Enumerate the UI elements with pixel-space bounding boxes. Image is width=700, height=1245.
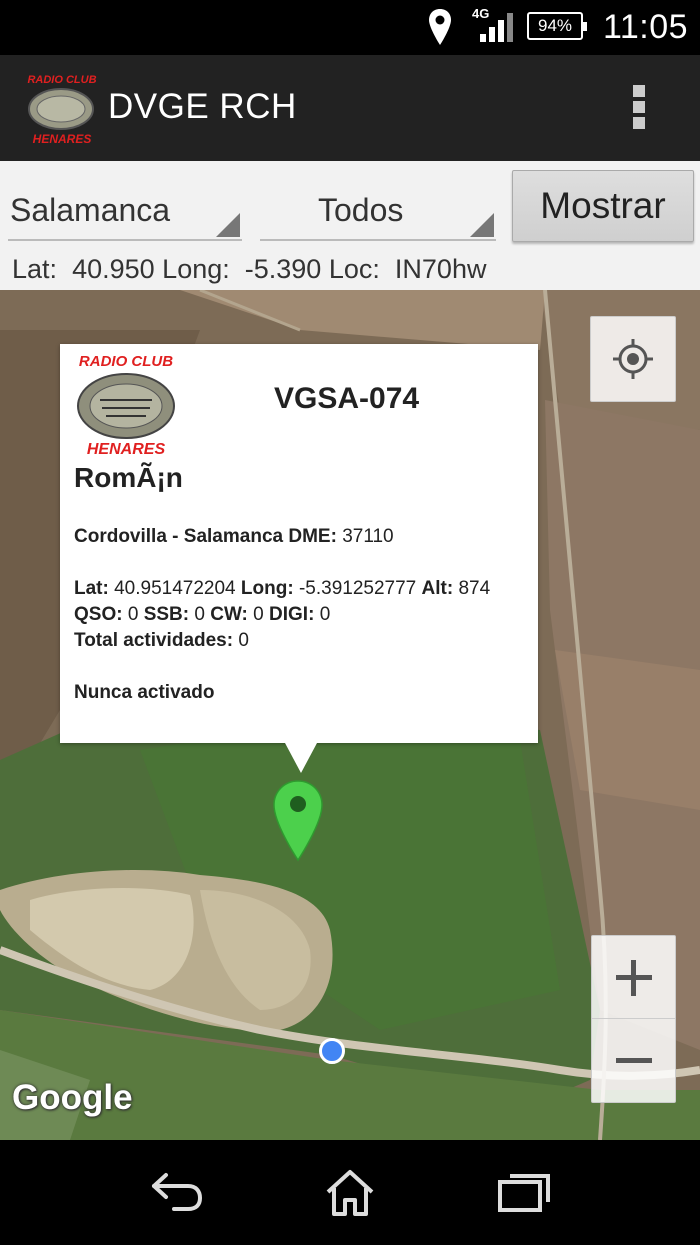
lat-label: Lat: xyxy=(12,254,58,284)
ssb-label: SSB: xyxy=(143,604,190,625)
vertex-location: Cordovilla - Salamanca DME: 37110 xyxy=(74,526,394,548)
long-value: -5.390 xyxy=(244,254,322,284)
vertex-name: RomÃ¡n xyxy=(74,462,183,493)
loc-value: IN70hw xyxy=(394,254,487,284)
app-title: DVGE RCH xyxy=(108,87,297,126)
region-dropdown[interactable]: Salamanca xyxy=(8,181,242,241)
vertex-activity-counts: QSO: 0 SSB: 0 CW: 0 DIGI: 0 xyxy=(74,604,330,626)
my-location-icon xyxy=(613,339,653,379)
vertex-status: Nunca activado xyxy=(74,682,214,704)
vertex-total-activities: Total actividades: 0 xyxy=(74,630,249,652)
loc-label: Loc: xyxy=(328,254,380,284)
zoom-out-button[interactable] xyxy=(592,1019,675,1101)
vertex-coordinates: Lat: 40.951472204 Long: -5.391252777 Alt… xyxy=(74,578,490,600)
show-button[interactable]: Mostrar xyxy=(512,170,694,242)
type-dropdown[interactable]: Todos xyxy=(260,181,496,241)
logo-text-top: RADIO CLUB xyxy=(27,74,96,86)
qso-label: QSO: xyxy=(74,604,123,625)
digi-label: DIGI: xyxy=(269,604,315,625)
cw-label: CW: xyxy=(210,604,248,625)
app-logo: RADIO CLUB HENARES xyxy=(27,74,96,145)
location-value: 37110 xyxy=(342,526,394,547)
digi-value: 0 xyxy=(319,604,331,625)
back-icon[interactable] xyxy=(148,1168,204,1214)
map-view[interactable]: RADIO CLUB HENARES VGSA-074 RomÃ¡n Cordo… xyxy=(0,290,700,1140)
user-location-dot xyxy=(319,1038,345,1064)
map-marker-icon[interactable] xyxy=(273,780,323,862)
cw-value: 0 xyxy=(253,604,264,625)
home-icon[interactable] xyxy=(324,1168,376,1218)
vertex-code: VGSA-074 xyxy=(274,382,420,415)
battery-level: 94% xyxy=(537,16,573,35)
ssb-value: 0 xyxy=(194,604,205,625)
alt-label: Alt: xyxy=(421,578,454,599)
total-value: 0 xyxy=(238,630,249,651)
qso-value: 0 xyxy=(127,604,139,625)
type-dropdown-value: Todos xyxy=(318,192,404,228)
coordinates-readout: Lat: 40.950 Long: -5.390 Loc: IN70hw xyxy=(12,254,486,285)
info-logo-text-top: RADIO CLUB xyxy=(79,353,173,370)
my-location-button[interactable] xyxy=(590,316,676,402)
logo-text-bottom: HENARES xyxy=(33,132,92,145)
status-bar: 4G 94% 11:05 xyxy=(0,0,700,55)
dropdown-arrow-icon xyxy=(470,213,494,237)
signal-icon xyxy=(480,13,513,42)
recents-icon[interactable] xyxy=(498,1168,552,1214)
long-label: Long: xyxy=(240,578,294,599)
status-text: Nunca activado xyxy=(74,682,215,703)
info-logo-text-bottom: HENARES xyxy=(87,441,166,458)
zoom-in-button[interactable] xyxy=(592,936,675,1019)
filter-controls: Salamanca Todos Mostrar Lat: 40.950 Long… xyxy=(0,161,700,290)
overflow-menu-icon[interactable] xyxy=(630,85,648,133)
long-label: Long: xyxy=(162,254,230,284)
lat-value: 40.950 xyxy=(72,254,155,284)
battery-icon: 94% xyxy=(527,12,587,40)
app-bar: RADIO CLUB HENARES DVGE RCH xyxy=(0,55,700,161)
navigation-bar xyxy=(0,1140,700,1245)
zoom-controls xyxy=(591,935,676,1103)
map-attribution: Google xyxy=(12,1078,133,1117)
info-window-pointer xyxy=(285,743,317,773)
lat-label: Lat: xyxy=(74,578,109,599)
region-dropdown-value: Salamanca xyxy=(10,192,171,228)
lat-value: 40.951472204 xyxy=(114,578,236,599)
marker-info-window[interactable]: RADIO CLUB HENARES VGSA-074 RomÃ¡n Cordo… xyxy=(60,344,538,773)
clock: 11:05 xyxy=(603,8,689,46)
long-value: -5.391252777 xyxy=(298,578,417,599)
dropdown-arrow-icon xyxy=(216,213,240,237)
location-label: Cordovilla - Salamanca DME: xyxy=(74,526,337,547)
location-icon xyxy=(429,9,451,45)
alt-value: 874 xyxy=(458,578,491,599)
info-logo: RADIO CLUB HENARES xyxy=(77,353,175,458)
total-label: Total actividades: xyxy=(74,630,234,651)
